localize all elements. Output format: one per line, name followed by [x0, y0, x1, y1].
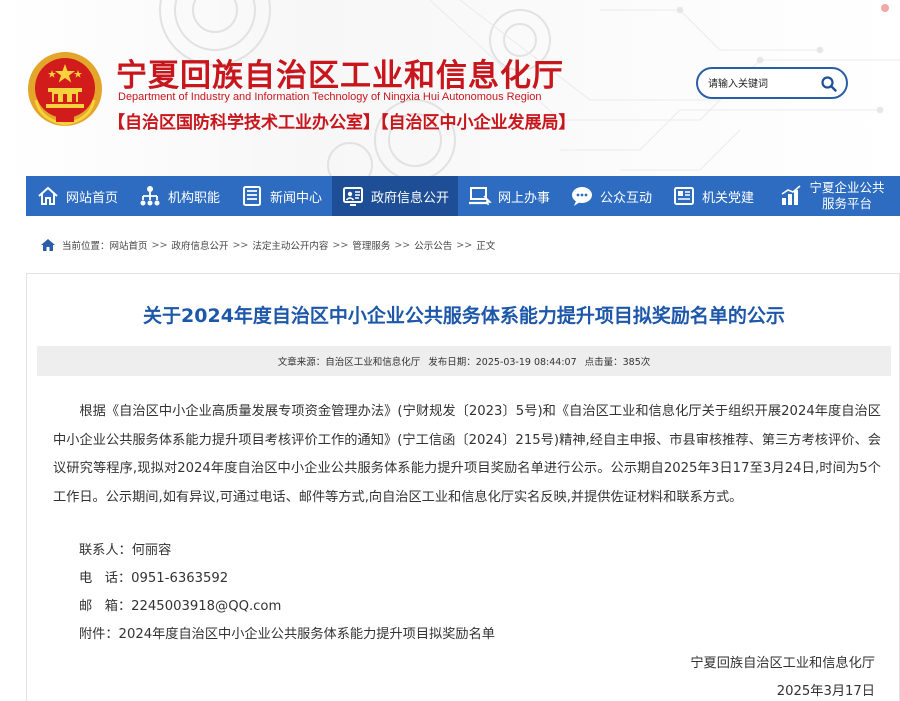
breadcrumb: 当前位置： 网站首页 >> 政府信息公开 >> 法定主动公开内容 >> 管理服务… — [40, 236, 495, 254]
contact-email: 邮 箱：2245003918@QQ.com — [79, 599, 282, 614]
bar-chart-icon — [782, 185, 802, 205]
breadcrumb-link-announcements[interactable]: 公示公告 — [414, 238, 452, 252]
document-icon — [673, 187, 694, 205]
article-container: 关于2024年度自治区中小企业公共服务体系能力提升项目拟奖励名单的公示 文章来源… — [26, 273, 900, 701]
contact-phone: 电 话：0951-6363592 — [79, 571, 229, 586]
nav-label: 机关党建 — [701, 190, 754, 206]
search-icon[interactable] — [820, 75, 838, 93]
site-header: 宁夏回族自治区工业和信息化厅 Department of Industry an… — [0, 0, 900, 176]
site-title: 宁夏回族自治区工业和信息化厅 — [116, 58, 564, 94]
national-emblem-icon — [28, 52, 102, 126]
breadcrumb-link-statutory-content[interactable]: 法定主动公开内容 — [252, 238, 328, 252]
nav-item-news[interactable]: 新闻中心 — [230, 176, 332, 216]
breadcrumb-separator: >> — [332, 239, 349, 251]
breadcrumb-link-home[interactable]: 网站首页 — [110, 238, 148, 252]
nav-label-line2: 服务平台 — [821, 196, 872, 211]
search-box — [696, 67, 848, 99]
breadcrumb-current: 正文 — [476, 241, 496, 252]
article-body: 根据《自治区中小企业高质量发展专项资金管理办法》(宁财规发〔2023〕5号)和《… — [53, 398, 881, 512]
signature-department: 宁夏回族自治区工业和信息化厅 — [690, 656, 875, 671]
main-navigation: 网站首页 机构职能 新闻中心 政府信息公开 网上办事 公众互动 机关党建 宁夏企… — [26, 176, 900, 216]
nav-item-party-building[interactable]: 机关党建 — [662, 176, 764, 216]
nav-label: 网站首页 — [65, 190, 118, 206]
chat-bubble-icon — [571, 187, 592, 206]
site-title-english: Department of Industry and Information T… — [118, 91, 542, 103]
nav-label: 公众互动 — [599, 190, 652, 206]
article-publish-date: 发布日期：2025-03-19 08:44:07 — [428, 357, 577, 368]
org-chart-icon — [140, 186, 160, 206]
article-source: 文章来源：自治区工业和信息化厅 — [277, 357, 421, 368]
breadcrumb-separator: >> — [394, 239, 411, 251]
nav-label-line1: 宁夏企业公共 — [809, 180, 885, 195]
article-paragraph: 根据《自治区中小企业高质量发展专项资金管理办法》(宁财规发〔2023〕5号)和《… — [53, 404, 881, 505]
signature-date: 2025年3月17日 — [776, 684, 875, 699]
home-icon — [41, 239, 55, 251]
attachment-link[interactable]: 附件：2024年度自治区中小企业公共服务体系能力提升项目拟奖励名单 — [79, 623, 495, 642]
home-icon — [38, 186, 58, 205]
search-input[interactable] — [708, 75, 818, 93]
nav-label: 新闻中心 — [269, 190, 322, 206]
computer-icon — [468, 187, 492, 206]
nav-item-org-functions[interactable]: 机构职能 — [128, 176, 230, 216]
contact-person: 联系人：何丽容 — [79, 543, 172, 558]
newspaper-icon — [242, 186, 261, 206]
breadcrumb-prefix: 当前位置： — [62, 241, 110, 252]
article-title: 关于2024年度自治区中小企业公共服务体系能力提升项目拟奖励名单的公示 — [143, 305, 785, 327]
breadcrumb-link-management-services[interactable]: 管理服务 — [352, 238, 390, 252]
article-meta-bar: 文章来源：自治区工业和信息化厅 发布日期：2025-03-19 08:44:07… — [37, 346, 891, 376]
nav-item-public-interaction[interactable]: 公众互动 — [560, 176, 662, 216]
breadcrumb-separator: >> — [456, 239, 473, 251]
breadcrumb-separator: >> — [232, 239, 249, 251]
nav-label: 政府信息公开 — [370, 190, 449, 206]
nav-item-info-disclosure[interactable]: 政府信息公开 — [332, 176, 458, 216]
breadcrumb-separator: >> — [151, 239, 168, 251]
nav-label-two-line: 宁夏企业公共 服务平台 — [809, 180, 884, 212]
nav-item-online-services[interactable]: 网上办事 — [458, 176, 560, 216]
nav-label: 机构职能 — [167, 190, 220, 206]
nav-label: 网上办事 — [497, 190, 550, 206]
breadcrumb-link-info-disclosure[interactable]: 政府信息公开 — [171, 238, 228, 252]
sub-organizations: 【自治区国防科学技术工业办公室】【自治区中小企业发展局】 — [108, 113, 576, 133]
article-hit-count: 点击量：385次 — [584, 357, 651, 368]
nav-item-enterprise-platform[interactable]: 宁夏企业公共 服务平台 — [764, 176, 900, 216]
nav-item-home[interactable]: 网站首页 — [26, 176, 128, 216]
info-disclosure-icon — [342, 187, 363, 206]
